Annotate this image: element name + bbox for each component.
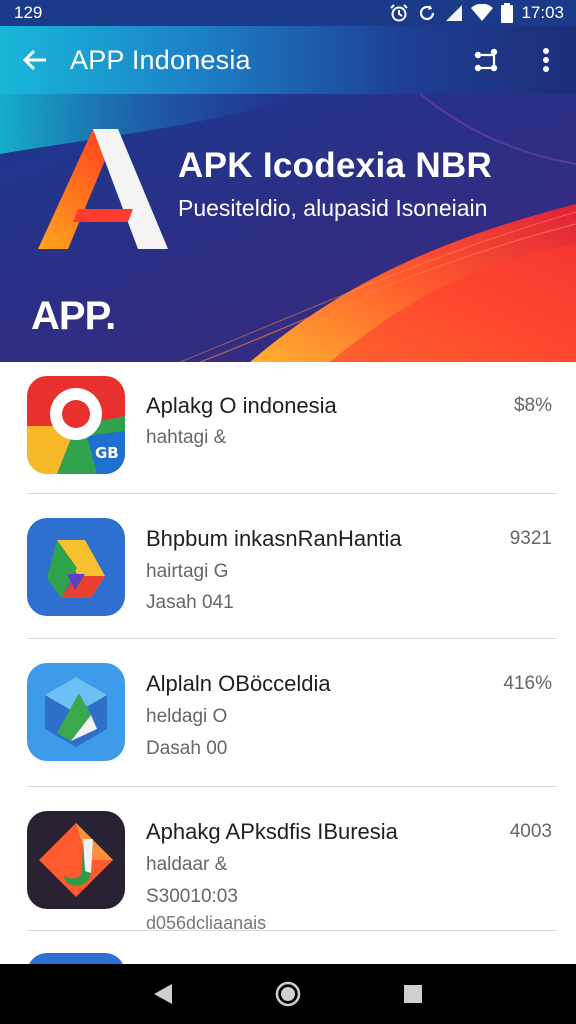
app-value: 9321	[509, 528, 552, 549]
hero-subtitle: Puesiteldio, alupasid Isoneiain	[178, 195, 488, 221]
svg-text:GB: GB	[95, 444, 119, 462]
app-detail: hahtagi &	[146, 427, 227, 448]
list-item[interactable]: Aphakg APksdfis IBuresia haldaar & S3001…	[0, 787, 576, 947]
app-icon-circle-icon: GB	[27, 376, 125, 474]
home-circle-icon	[275, 981, 301, 1007]
app-sub-detail: S30010:03	[146, 886, 238, 907]
app-detail: hairtagi G	[146, 561, 229, 582]
app-name: Alplaln OBöcceldia	[146, 671, 331, 696]
status-bar: 129 17:03	[0, 0, 576, 26]
app-value: 416%	[503, 673, 552, 694]
app-sub-detail: Jasah 041	[146, 592, 234, 613]
hero-title: APK Icodexia NBR	[178, 146, 493, 185]
app-value: 4003	[509, 821, 552, 842]
wifi-icon	[471, 4, 494, 21]
app-value: $8%	[513, 395, 552, 416]
app-icon-drive-icon	[27, 518, 125, 616]
app-detail: heldagi O	[146, 706, 228, 727]
back-button[interactable]	[0, 26, 70, 94]
share-icon	[474, 48, 498, 72]
list-item[interactable]: Bhpbum inkasnRanHantia hairtagi G Jasah …	[0, 494, 576, 638]
hero-a-logo-icon	[38, 129, 168, 249]
alarm-icon	[390, 4, 409, 22]
sync-icon	[420, 5, 435, 21]
signal-icon	[446, 5, 463, 21]
app-name: Aplakg O indonesia	[146, 393, 337, 418]
list-item-partial[interactable]	[0, 931, 576, 964]
hero-banner: APK Icodexia NBR Puesiteldio, alupasid I…	[0, 94, 576, 362]
status-time: 17:03	[521, 3, 564, 22]
nav-home-button[interactable]	[258, 964, 318, 1024]
recents-square-icon	[404, 985, 423, 1003]
app-list: GB Aplakg O indonesia hahtagi & $8% Bhpb…	[0, 362, 576, 964]
status-left-text: 129	[14, 3, 43, 22]
app-icon-cube-icon	[27, 663, 125, 761]
app-detail: haldaar &	[146, 854, 228, 875]
app-name: Aphakg APksdfis IBuresia	[146, 819, 398, 844]
share-button[interactable]	[456, 26, 516, 94]
list-item[interactable]: Alplaln OBöcceldia heldagi O Dasah 00 41…	[0, 639, 576, 786]
app-sub-detail: Dasah 00	[146, 738, 228, 759]
more-vert-icon	[543, 48, 549, 72]
app-icon-j-logo-icon	[27, 811, 125, 909]
back-triangle-icon	[153, 984, 172, 1004]
nav-back-button[interactable]	[133, 964, 193, 1024]
list-item[interactable]: GB Aplakg O indonesia hahtagi & $8%	[0, 362, 576, 493]
more-options-button[interactable]	[516, 26, 576, 94]
app-name: Bhpbum inkasnRanHantia	[146, 526, 402, 551]
system-nav-bar	[0, 964, 576, 1024]
back-arrow-icon	[22, 49, 46, 71]
battery-icon	[501, 3, 514, 23]
app-bar: APP Indonesia	[0, 26, 576, 94]
hero-app-label: APP.	[31, 294, 116, 338]
nav-recents-button[interactable]	[383, 964, 443, 1024]
app-bar-title: APP Indonesia	[70, 44, 251, 75]
status-icons: 17:03	[389, 3, 564, 23]
app-icon-partial-icon	[27, 953, 125, 964]
